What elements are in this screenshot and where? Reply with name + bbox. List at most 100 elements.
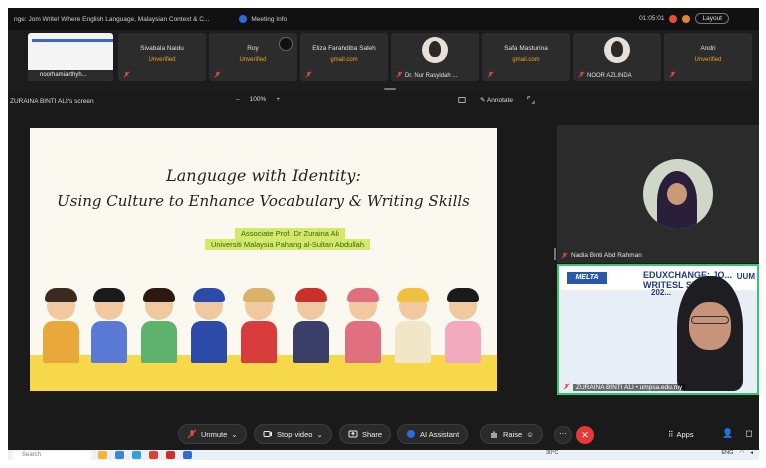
mic-muted-icon <box>487 71 494 78</box>
stop-video-button[interactable]: Stop video ⌄ <box>254 424 332 444</box>
thumbnail-bar <box>32 39 113 42</box>
character-head <box>193 288 225 320</box>
character-illustration <box>90 288 128 363</box>
character-body <box>395 321 431 363</box>
meeting-info-button[interactable]: Meeting Info <box>239 15 287 23</box>
os-taskbar: Search 30°C ENG ◠ ◂ <box>8 450 759 460</box>
annotate-controls: ✎ Annotate <box>458 96 535 104</box>
mic-muted-icon <box>563 383 570 390</box>
character-body <box>43 321 79 363</box>
language-indicator[interactable]: ENG <box>722 450 734 456</box>
strip-resize-handle[interactable] <box>384 88 396 90</box>
participants-icon[interactable]: 👤 <box>722 428 733 439</box>
speaker-video <box>669 276 749 391</box>
unmute-button[interactable]: Unmute ⌄ <box>178 424 247 444</box>
participant-tile[interactable]: Safa Masturina gmail.com <box>482 33 570 81</box>
apps-label: Apps <box>676 430 694 439</box>
character-illustration <box>140 288 178 363</box>
mic-muted-icon <box>187 429 197 439</box>
participant-strip: noorhamiarthyh... Sivabala Naidu Unverif… <box>8 30 759 92</box>
chat-icon[interactable]: ◻ <box>745 428 752 439</box>
mic-muted-icon <box>396 71 403 78</box>
participant-tile[interactable]: NOOR AZLINDA <box>573 33 661 81</box>
thumbnail-footer: noorhamiarthyh... <box>28 70 113 81</box>
zoom-in-button[interactable]: + <box>276 96 280 103</box>
panel-resize-handle[interactable] <box>554 248 556 260</box>
youtube-icon[interactable] <box>166 451 175 459</box>
zoom-app-icon[interactable] <box>183 451 192 459</box>
screen-icon[interactable] <box>458 96 466 104</box>
character-head <box>45 288 77 320</box>
character-body <box>91 321 127 363</box>
character-illustration <box>42 288 80 363</box>
slide-author: Associate Prof. Dr Zuraina Ali <box>235 228 345 239</box>
browser-icon[interactable] <box>115 451 124 459</box>
video-tile[interactable]: Nadia Binti Abd Rahman <box>557 125 759 263</box>
end-call-button[interactable]: ✕ <box>576 426 594 444</box>
zoom-out-button[interactable]: – <box>236 96 240 103</box>
annotate-button[interactable]: ✎ Annotate <box>480 96 513 104</box>
meeting-timer: 01:05:01 <box>639 15 665 22</box>
unmute-label: Unmute <box>201 429 228 439</box>
active-speaker-tile[interactable]: MELTA EDUXCHANGE: JO... WRITESL SIG... U… <box>557 264 759 395</box>
system-tray: ENG ◠ ◂ <box>722 450 754 456</box>
wifi-icon[interactable]: ◠ <box>739 450 744 456</box>
title-bar: nge: Jom Write! Where English Language, … <box>8 8 759 30</box>
character-hair <box>93 288 125 302</box>
character-head <box>347 288 379 320</box>
layout-button[interactable]: Layout <box>695 13 729 24</box>
more-button[interactable]: ··· <box>554 426 572 444</box>
character-hair <box>193 288 225 302</box>
edge-icon[interactable] <box>132 451 141 459</box>
raise-hand-button[interactable]: Raise ☺ <box>480 424 543 444</box>
alert-icon[interactable] <box>682 14 691 23</box>
taskbar-search[interactable]: Search <box>12 451 92 460</box>
weather-widget[interactable]: 30°C <box>546 450 558 456</box>
volume-icon[interactable]: ◂ <box>750 450 753 456</box>
reaction-icon[interactable]: ☺ <box>526 430 534 439</box>
character-body <box>293 321 329 363</box>
character-illustration <box>394 288 432 363</box>
participant-name: Eliza Farahdiba Saleh <box>312 45 376 52</box>
ai-assistant-button[interactable]: AI Assistant <box>397 424 469 444</box>
apps-button[interactable]: ⠿ Apps <box>668 430 694 439</box>
title-right: 01:05:01 Layout <box>639 13 729 24</box>
chevron-down-icon[interactable]: ⌄ <box>316 430 322 439</box>
character-illustration <box>240 288 278 363</box>
mic-muted-icon <box>123 71 130 78</box>
folder-icon[interactable] <box>98 451 107 459</box>
participant-tile[interactable]: Sivabala Naidu Unverified <box>118 33 206 81</box>
character-head <box>447 288 479 320</box>
record-icon[interactable] <box>669 14 678 23</box>
participant-photo <box>643 159 713 229</box>
character-illustration <box>344 288 382 363</box>
photo-face <box>667 183 687 205</box>
mic-muted-icon <box>669 71 676 78</box>
participant-name: Nadia Binti Abd Rahman <box>571 252 642 259</box>
expand-icon[interactable] <box>527 96 535 104</box>
participant-tile[interactable]: Andri Unverified <box>664 33 752 81</box>
character-body <box>345 321 381 363</box>
chrome-icon[interactable] <box>149 451 158 459</box>
participant-tile[interactable]: Eliza Farahdiba Saleh gmail.com <box>300 33 388 81</box>
raise-label: Raise <box>503 429 523 439</box>
share-button[interactable]: Share <box>339 424 392 444</box>
slide-subtitle: Using Culture to Enhance Vocabulary & Wr… <box>57 192 470 210</box>
share-label: Share <box>362 429 383 439</box>
participant-name: Safa Masturina <box>504 45 548 52</box>
right-icons: 👤 ◻ <box>722 428 753 439</box>
meeting-window: nge: Jom Write! Where English Language, … <box>8 8 759 460</box>
participant-name: noorhamiarthyh... <box>40 72 87 78</box>
chevron-down-icon[interactable]: ⌄ <box>231 430 237 439</box>
character-head <box>243 288 275 320</box>
participant-name: Andri <box>700 45 716 52</box>
meeting-controls: Unmute ⌄ Stop video ⌄ Share AI Assistant… <box>8 418 759 450</box>
slide-thumbnail: noorhamiarthyh... <box>28 33 113 81</box>
avatar <box>604 37 630 63</box>
stop-video-label: Stop video <box>277 429 313 439</box>
participant-tile[interactable]: Roy Unverified <box>209 33 297 81</box>
shield-icon <box>239 15 248 23</box>
participant-tile[interactable]: noorhamiarthyh... <box>28 33 113 81</box>
character-hair <box>347 288 379 302</box>
participant-tile[interactable]: Dr. Nur Rasyidah ... <box>391 33 479 81</box>
